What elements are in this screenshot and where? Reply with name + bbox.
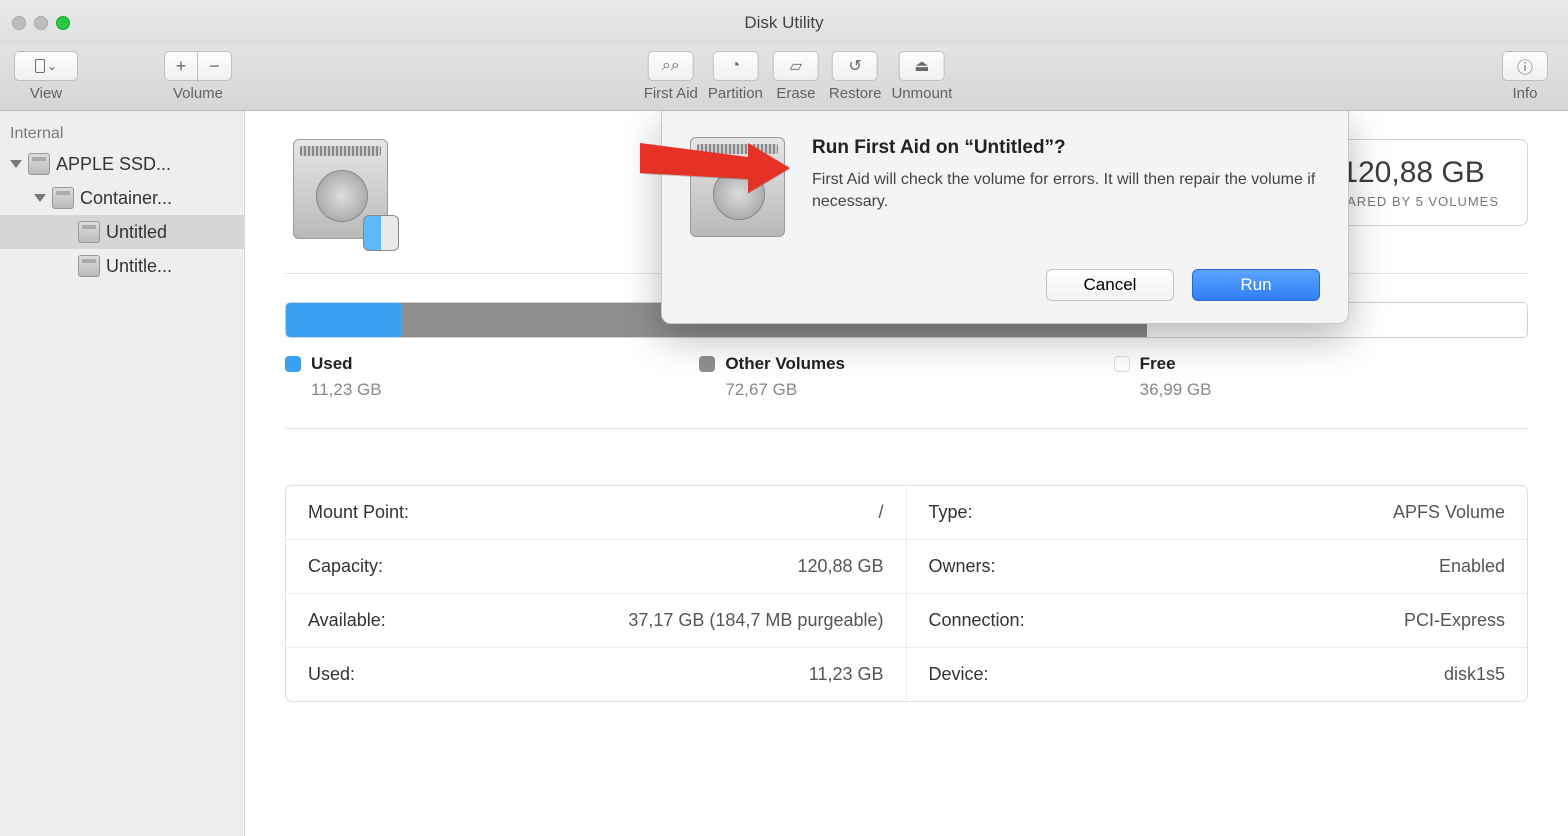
titlebar: Disk Utility — [0, 0, 1568, 45]
dialog-body: First Aid will check the volume for erro… — [812, 169, 1320, 212]
sidebar: Internal APPLE SSD... Container... Untit… — [0, 111, 245, 836]
pie-icon: ◔ — [731, 57, 741, 75]
divider — [285, 428, 1528, 429]
run-button[interactable]: Run — [1192, 269, 1320, 301]
remove-volume-button[interactable]: − — [198, 51, 232, 81]
toolbar: ⌄ View + − Volume ⌕⌕ First Aid ◔ Partiti… — [0, 45, 1568, 111]
info-row-owners: Owners:Enabled — [907, 540, 1528, 594]
eject-icon: ⏏ — [914, 56, 929, 76]
disk-icon — [28, 153, 50, 175]
sidebar-item-label: Untitle... — [106, 256, 172, 277]
restore-label: Restore — [829, 85, 882, 102]
sidebar-item-label: Container... — [80, 188, 172, 209]
capacity-value: 120,88 GB — [1327, 156, 1499, 190]
add-volume-button[interactable]: + — [164, 51, 198, 81]
sidebar-item-label: APPLE SSD... — [56, 154, 171, 175]
erase-button[interactable]: ▱ Erase — [773, 51, 819, 102]
erase-label: Erase — [776, 85, 815, 102]
usage-segment-used — [286, 303, 401, 337]
partition-label: Partition — [708, 85, 763, 102]
erase-icon: ▱ — [790, 56, 802, 76]
volume-label: Volume — [173, 85, 223, 102]
info-row-used: Used:11,23 GB — [286, 648, 907, 701]
info-icon: ⓘ — [1517, 54, 1533, 78]
restore-button[interactable]: ↺ Restore — [829, 51, 882, 102]
info-row-device: Device:disk1s5 — [907, 648, 1528, 701]
info-row-type: Type:APFS Volume — [907, 486, 1528, 540]
sidebar-icon — [35, 59, 45, 73]
cancel-button[interactable]: Cancel — [1046, 269, 1174, 301]
unmount-label: Unmount — [891, 85, 952, 102]
minimize-window-button[interactable] — [34, 16, 48, 30]
unmount-button[interactable]: ⏏ Unmount — [891, 51, 952, 102]
restore-icon: ↺ — [848, 56, 861, 76]
info-row-mount-point: Mount Point:/ — [286, 486, 907, 540]
legend-used-label: Used — [311, 354, 353, 374]
disclosure-triangle-icon[interactable] — [10, 160, 22, 168]
legend-free-label: Free — [1140, 354, 1176, 374]
zoom-window-button[interactable] — [56, 16, 70, 30]
legend-other-value: 72,67 GB — [725, 380, 1113, 400]
swatch-other — [699, 356, 715, 372]
disk-icon — [78, 221, 100, 243]
sidebar-item-label: Untitled — [106, 222, 167, 243]
sidebar-item-untitled-2[interactable]: Untitle... — [0, 249, 244, 283]
close-window-button[interactable] — [12, 16, 26, 30]
swatch-used — [285, 356, 301, 372]
legend-other-label: Other Volumes — [725, 354, 845, 374]
first-aid-button[interactable]: ⌕⌕ First Aid — [644, 51, 698, 102]
shared-volumes-label: SHARED BY 5 VOLUMES — [1327, 194, 1499, 209]
partition-button[interactable]: ◔ Partition — [708, 51, 763, 102]
annotation-arrow — [640, 133, 790, 208]
dialog-title: Run First Aid on “Untitled”? — [812, 137, 1320, 159]
volume-segmented: + − — [164, 51, 232, 81]
legend-free-value: 36,99 GB — [1140, 380, 1528, 400]
sidebar-item-apple-ssd[interactable]: APPLE SSD... — [0, 147, 244, 181]
info-row-connection: Connection:PCI-Express — [907, 594, 1528, 648]
disk-icon — [78, 255, 100, 277]
chevron-down-icon: ⌄ — [47, 59, 57, 73]
legend-used-value: 11,23 GB — [311, 380, 699, 400]
sidebar-header-internal: Internal — [0, 121, 244, 147]
info-row-available: Available:37,17 GB (184,7 MB purgeable) — [286, 594, 907, 648]
disk-icon — [52, 187, 74, 209]
sidebar-item-untitled[interactable]: Untitled — [0, 215, 244, 249]
swatch-free — [1114, 356, 1130, 372]
finder-badge-icon — [363, 215, 399, 251]
window-title: Disk Utility — [744, 13, 823, 33]
stethoscope-icon: ⌕⌕ — [662, 57, 680, 75]
main-content: 120,88 GB SHARED BY 5 VOLUMES Used 11,23… — [245, 111, 1568, 836]
window-controls — [12, 16, 70, 30]
info-row-capacity: Capacity:120,88 GB — [286, 540, 907, 594]
volume-big-icon — [293, 139, 393, 249]
info-table: Mount Point:/ Type:APFS Volume Capacity:… — [285, 485, 1528, 702]
usage-legend: Used 11,23 GB Other Volumes 72,67 GB Fre… — [285, 354, 1528, 400]
disclosure-triangle-icon[interactable] — [34, 194, 46, 202]
info-button[interactable]: ⓘ Info — [1502, 51, 1548, 102]
view-button[interactable]: ⌄ View — [14, 51, 78, 102]
sidebar-item-container[interactable]: Container... — [0, 181, 244, 215]
first-aid-label: First Aid — [644, 85, 698, 102]
info-label: Info — [1512, 85, 1537, 102]
view-label: View — [30, 85, 62, 102]
